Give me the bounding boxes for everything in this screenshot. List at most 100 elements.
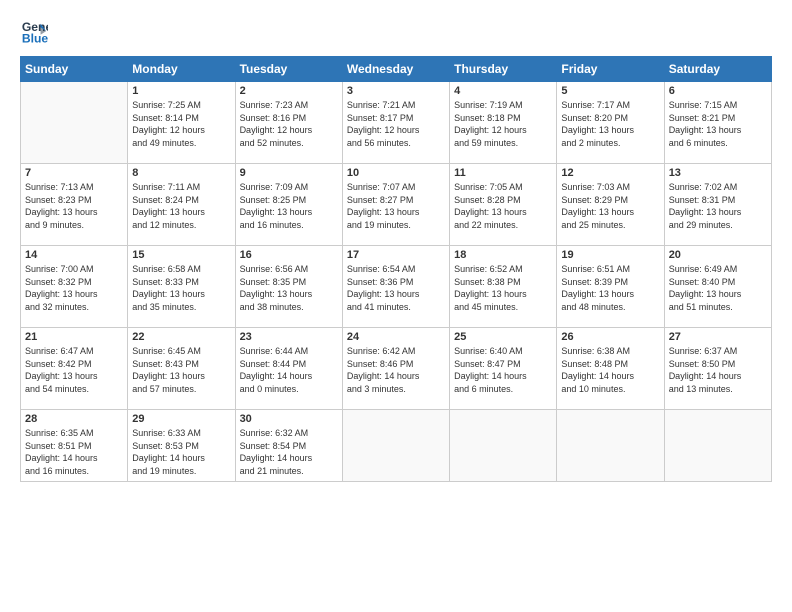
logo-icon: General Blue [20,18,48,46]
day-cell: 17 Sunrise: 6:54 AM Sunset: 8:36 PM Dayli… [342,246,449,328]
day-info: Sunrise: 6:35 AM Sunset: 8:51 PM Dayligh… [25,427,123,477]
page: General Blue SundayMondayTuesdayWednesda… [0,0,792,612]
day-number: 27 [669,331,767,343]
day-info: Sunrise: 7:07 AM Sunset: 8:27 PM Dayligh… [347,181,445,231]
day-cell: 13 Sunrise: 7:02 AM Sunset: 8:31 PM Dayli… [664,164,771,246]
day-number: 2 [240,85,338,97]
day-info: Sunrise: 6:52 AM Sunset: 8:38 PM Dayligh… [454,263,552,313]
day-info: Sunrise: 6:33 AM Sunset: 8:53 PM Dayligh… [132,427,230,477]
day-number: 8 [132,167,230,179]
day-cell: 25Sunrise: 6:40 AM Sunset: 8:47 PM Dayli… [450,328,557,410]
day-cell: 29 Sunrise: 6:33 AM Sunset: 8:53 PM Dayli… [128,410,235,482]
day-number: 13 [669,167,767,179]
day-info: Sunrise: 7:09 AM Sunset: 8:25 PM Dayligh… [240,181,338,231]
day-number: 20 [669,249,767,261]
day-number: 10 [347,167,445,179]
day-cell: 8 Sunrise: 7:11 AM Sunset: 8:24 PM Daylig… [128,164,235,246]
day-cell [664,410,771,482]
day-info: Sunrise: 6:51 AM Sunset: 8:39 PM Dayligh… [561,263,659,313]
day-cell: 6 Sunrise: 7:15 AM Sunset: 8:21 PM Daylig… [664,82,771,164]
day-cell: 3 Sunrise: 7:21 AM Sunset: 8:17 PM Daylig… [342,82,449,164]
day-number: 19 [561,249,659,261]
day-info: Sunrise: 6:56 AM Sunset: 8:35 PM Dayligh… [240,263,338,313]
day-number: 16 [240,249,338,261]
day-number: 6 [669,85,767,97]
day-info: Sunrise: 7:23 AM Sunset: 8:16 PM Dayligh… [240,99,338,149]
day-cell: 9 Sunrise: 7:09 AM Sunset: 8:25 PM Daylig… [235,164,342,246]
day-cell: 21 Sunrise: 6:47 AM Sunset: 8:42 PM Dayli… [21,328,128,410]
day-cell [21,82,128,164]
day-number: 18 [454,249,552,261]
day-cell [342,410,449,482]
day-info: Sunrise: 6:54 AM Sunset: 8:36 PM Dayligh… [347,263,445,313]
day-info: Sunrise: 7:15 AM Sunset: 8:21 PM Dayligh… [669,99,767,149]
calendar-table: SundayMondayTuesdayWednesdayThursdayFrid… [20,56,772,482]
day-number: 5 [561,85,659,97]
day-cell: 20 Sunrise: 6:49 AM Sunset: 8:40 PM Dayli… [664,246,771,328]
day-info: Sunrise: 6:44 AM Sunset: 8:44 PM Dayligh… [240,345,338,395]
col-header-friday: Friday [557,57,664,82]
day-info: Sunrise: 6:45 AM Sunset: 8:43 PM Dayligh… [132,345,230,395]
day-number: 3 [347,85,445,97]
day-info: Sunrise: 6:58 AM Sunset: 8:33 PM Dayligh… [132,263,230,313]
day-cell: 26Sunrise: 6:38 AM Sunset: 8:48 PM Dayli… [557,328,664,410]
day-cell: 28 Sunrise: 6:35 AM Sunset: 8:51 PM Dayli… [21,410,128,482]
day-cell: 5 Sunrise: 7:17 AM Sunset: 8:20 PM Daylig… [557,82,664,164]
day-cell: 23Sunrise: 6:44 AM Sunset: 8:44 PM Dayli… [235,328,342,410]
day-info: Sunrise: 7:02 AM Sunset: 8:31 PM Dayligh… [669,181,767,231]
day-cell: 18 Sunrise: 6:52 AM Sunset: 8:38 PM Dayli… [450,246,557,328]
day-cell: 19 Sunrise: 6:51 AM Sunset: 8:39 PM Dayli… [557,246,664,328]
day-cell: 2 Sunrise: 7:23 AM Sunset: 8:16 PM Daylig… [235,82,342,164]
col-header-thursday: Thursday [450,57,557,82]
day-info: Sunrise: 7:00 AM Sunset: 8:32 PM Dayligh… [25,263,123,313]
day-info: Sunrise: 6:47 AM Sunset: 8:42 PM Dayligh… [25,345,123,395]
day-number: 22 [132,331,230,343]
day-number: 12 [561,167,659,179]
day-cell: 10 Sunrise: 7:07 AM Sunset: 8:27 PM Dayli… [342,164,449,246]
day-info: Sunrise: 6:49 AM Sunset: 8:40 PM Dayligh… [669,263,767,313]
day-cell: 30 Sunrise: 6:32 AM Sunset: 8:54 PM Dayli… [235,410,342,482]
week-row-3: 14 Sunrise: 7:00 AM Sunset: 8:32 PM Dayli… [21,246,772,328]
day-number: 30 [240,413,338,425]
day-number: 9 [240,167,338,179]
day-number: 21 [25,331,123,343]
day-cell: 11 Sunrise: 7:05 AM Sunset: 8:28 PM Dayli… [450,164,557,246]
day-cell: 15 Sunrise: 6:58 AM Sunset: 8:33 PM Dayli… [128,246,235,328]
day-info: Sunrise: 6:32 AM Sunset: 8:54 PM Dayligh… [240,427,338,477]
day-cell: 4Sunrise: 7:19 AM Sunset: 8:18 PM Daylig… [450,82,557,164]
day-info: Sunrise: 7:17 AM Sunset: 8:20 PM Dayligh… [561,99,659,149]
week-row-2: 7 Sunrise: 7:13 AM Sunset: 8:23 PM Daylig… [21,164,772,246]
day-cell: 27 Sunrise: 6:37 AM Sunset: 8:50 PM Dayli… [664,328,771,410]
day-number: 1 [132,85,230,97]
day-number: 17 [347,249,445,261]
day-number: 28 [25,413,123,425]
header: General Blue [20,18,772,46]
day-info: Sunrise: 7:11 AM Sunset: 8:24 PM Dayligh… [132,181,230,231]
week-row-4: 21 Sunrise: 6:47 AM Sunset: 8:42 PM Dayli… [21,328,772,410]
day-info: Sunrise: 7:25 AM Sunset: 8:14 PM Dayligh… [132,99,230,149]
day-cell: 1 Sunrise: 7:25 AM Sunset: 8:14 PM Daylig… [128,82,235,164]
day-info: Sunrise: 7:03 AM Sunset: 8:29 PM Dayligh… [561,181,659,231]
day-info: Sunrise: 6:37 AM Sunset: 8:50 PM Dayligh… [669,345,767,395]
col-header-saturday: Saturday [664,57,771,82]
header-row: SundayMondayTuesdayWednesdayThursdayFrid… [21,57,772,82]
col-header-tuesday: Tuesday [235,57,342,82]
svg-text:Blue: Blue [22,31,48,45]
day-info: Sunrise: 6:42 AM Sunset: 8:46 PM Dayligh… [347,345,445,395]
day-cell [557,410,664,482]
day-number: 15 [132,249,230,261]
day-info: Sunrise: 7:05 AM Sunset: 8:28 PM Dayligh… [454,181,552,231]
day-info: Sunrise: 6:38 AM Sunset: 8:48 PM Dayligh… [561,345,659,395]
day-number: 14 [25,249,123,261]
day-cell: 22 Sunrise: 6:45 AM Sunset: 8:43 PM Dayli… [128,328,235,410]
day-info: Sunrise: 7:21 AM Sunset: 8:17 PM Dayligh… [347,99,445,149]
day-number: 7 [25,167,123,179]
col-header-monday: Monday [128,57,235,82]
col-header-wednesday: Wednesday [342,57,449,82]
day-cell [450,410,557,482]
day-number: 24 [347,331,445,343]
day-info: Sunrise: 7:13 AM Sunset: 8:23 PM Dayligh… [25,181,123,231]
day-number: 11 [454,167,552,179]
day-number: 29 [132,413,230,425]
day-number: 25 [454,331,552,343]
